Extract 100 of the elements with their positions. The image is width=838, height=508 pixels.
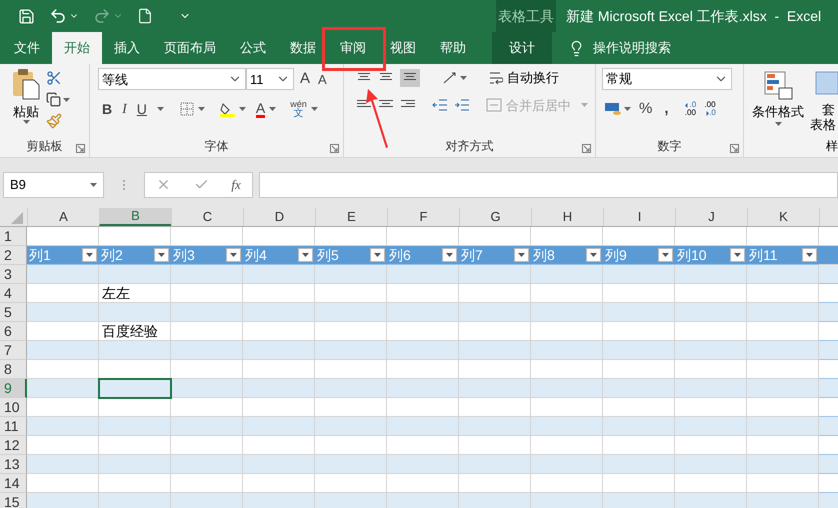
tell-me-search[interactable]: 操作说明搜索	[568, 32, 671, 64]
wrap-text-icon[interactable]	[489, 70, 503, 86]
row-number[interactable]: 7	[0, 341, 27, 360]
grid-cell[interactable]	[459, 493, 531, 508]
grid-cell[interactable]	[387, 265, 459, 284]
font-color-button[interactable]: A	[256, 100, 266, 118]
underline-button[interactable]: U	[136, 98, 147, 120]
grid-cell[interactable]	[747, 455, 819, 474]
grid-cell[interactable]	[243, 360, 315, 379]
grid-cell[interactable]	[99, 227, 171, 246]
grid-cell[interactable]	[603, 360, 675, 379]
row-number[interactable]: 4	[0, 284, 27, 303]
grid-cell[interactable]	[315, 227, 387, 246]
grid-cell[interactable]	[459, 284, 531, 303]
grid-cell[interactable]	[459, 341, 531, 360]
grid-cell[interactable]	[99, 341, 171, 360]
grid-cell[interactable]	[387, 284, 459, 303]
ribbon-tab[interactable]: 审阅	[328, 32, 378, 64]
comma-button[interactable]: ,	[660, 98, 673, 120]
grid-cell[interactable]	[243, 398, 315, 417]
grid-cell[interactable]	[171, 436, 243, 455]
grid-cell[interactable]	[747, 417, 819, 436]
filter-dropdown-icon[interactable]	[730, 248, 745, 262]
grid-cell[interactable]	[315, 303, 387, 322]
grid-cell[interactable]	[747, 436, 819, 455]
grid-cell[interactable]	[531, 436, 603, 455]
grid-cell[interactable]	[171, 265, 243, 284]
grid-cell[interactable]	[243, 417, 315, 436]
grid-cell[interactable]	[531, 379, 603, 398]
grid-cell[interactable]	[315, 360, 387, 379]
percent-button[interactable]: %	[639, 98, 652, 120]
format-painter-icon[interactable]	[46, 113, 62, 129]
grid-cell[interactable]	[747, 284, 819, 303]
grid-cell[interactable]	[243, 379, 315, 398]
filter-dropdown-icon[interactable]	[442, 248, 457, 262]
grow-font-button[interactable]: A	[298, 68, 312, 90]
grid-cell[interactable]	[387, 322, 459, 341]
grid-cell[interactable]	[243, 493, 315, 508]
grid-cell[interactable]	[99, 455, 171, 474]
dialog-launcher-icon[interactable]	[582, 144, 591, 153]
grid-cell[interactable]	[387, 398, 459, 417]
redo-icon[interactable]	[93, 7, 111, 25]
grid-cell[interactable]	[171, 360, 243, 379]
grid-cell[interactable]	[819, 417, 838, 436]
grid-cell[interactable]	[531, 417, 603, 436]
grid-cell[interactable]	[99, 436, 171, 455]
conditional-format-icon[interactable]	[763, 70, 793, 100]
grid-cell[interactable]	[459, 265, 531, 284]
grid-cell[interactable]	[27, 265, 99, 284]
ribbon-tab[interactable]: 开始	[52, 32, 102, 64]
ribbon-tab[interactable]: 文件	[2, 32, 52, 64]
grid-cell[interactable]	[819, 455, 838, 474]
filter-dropdown-icon[interactable]	[370, 248, 385, 262]
paste-button[interactable]: 粘贴	[13, 104, 39, 120]
grid-cell[interactable]	[531, 474, 603, 493]
grid-cell[interactable]	[387, 493, 459, 508]
grid-cell[interactable]	[675, 379, 747, 398]
grid-cell[interactable]	[675, 284, 747, 303]
grid-cell[interactable]	[459, 455, 531, 474]
grid-cell[interactable]	[747, 398, 819, 417]
grid-cell[interactable]	[171, 341, 243, 360]
grid-cell[interactable]	[675, 474, 747, 493]
filter-dropdown-icon[interactable]	[298, 248, 313, 262]
drag-handle-icon[interactable]	[122, 178, 126, 190]
row-number[interactable]: 12	[0, 436, 27, 455]
grid-cell[interactable]	[531, 360, 603, 379]
row-number[interactable]: 6	[0, 322, 27, 341]
grid-cell[interactable]	[243, 436, 315, 455]
grid-cell[interactable]	[459, 474, 531, 493]
grid-cell[interactable]	[171, 322, 243, 341]
grid-cell[interactable]	[99, 474, 171, 493]
grid-cell[interactable]	[315, 417, 387, 436]
filter-dropdown-icon[interactable]	[586, 248, 601, 262]
new-file-icon[interactable]	[137, 8, 153, 24]
row-number[interactable]: 2	[0, 246, 27, 265]
active-cell[interactable]	[99, 379, 171, 398]
grid-cell[interactable]	[387, 455, 459, 474]
cell-text[interactable]: 左左	[99, 284, 171, 303]
number-format-field[interactable]: 常规	[602, 68, 732, 90]
grid-cell[interactable]	[603, 398, 675, 417]
formula-input[interactable]	[259, 172, 838, 198]
undo-icon[interactable]	[49, 7, 67, 25]
column-header[interactable]: E	[315, 208, 387, 226]
grid-cell[interactable]	[27, 455, 99, 474]
bold-button[interactable]: B	[102, 98, 112, 120]
grid-cell[interactable]	[315, 322, 387, 341]
column-header[interactable]: K	[747, 208, 819, 226]
grid-cell[interactable]	[531, 398, 603, 417]
grid-cell[interactable]	[243, 341, 315, 360]
filter-dropdown-icon[interactable]	[226, 248, 241, 262]
column-header[interactable]: J	[675, 208, 747, 226]
grid-cell[interactable]	[603, 436, 675, 455]
column-header[interactable]: I	[603, 208, 675, 226]
increase-decimal-button[interactable]: .0 .00	[684, 101, 696, 118]
grid-cell[interactable]	[387, 303, 459, 322]
border-icon[interactable]	[180, 102, 194, 116]
grid-cell[interactable]	[459, 303, 531, 322]
grid-cell[interactable]	[819, 265, 838, 284]
grid-cell[interactable]	[243, 322, 315, 341]
grid-cell[interactable]	[819, 379, 838, 398]
